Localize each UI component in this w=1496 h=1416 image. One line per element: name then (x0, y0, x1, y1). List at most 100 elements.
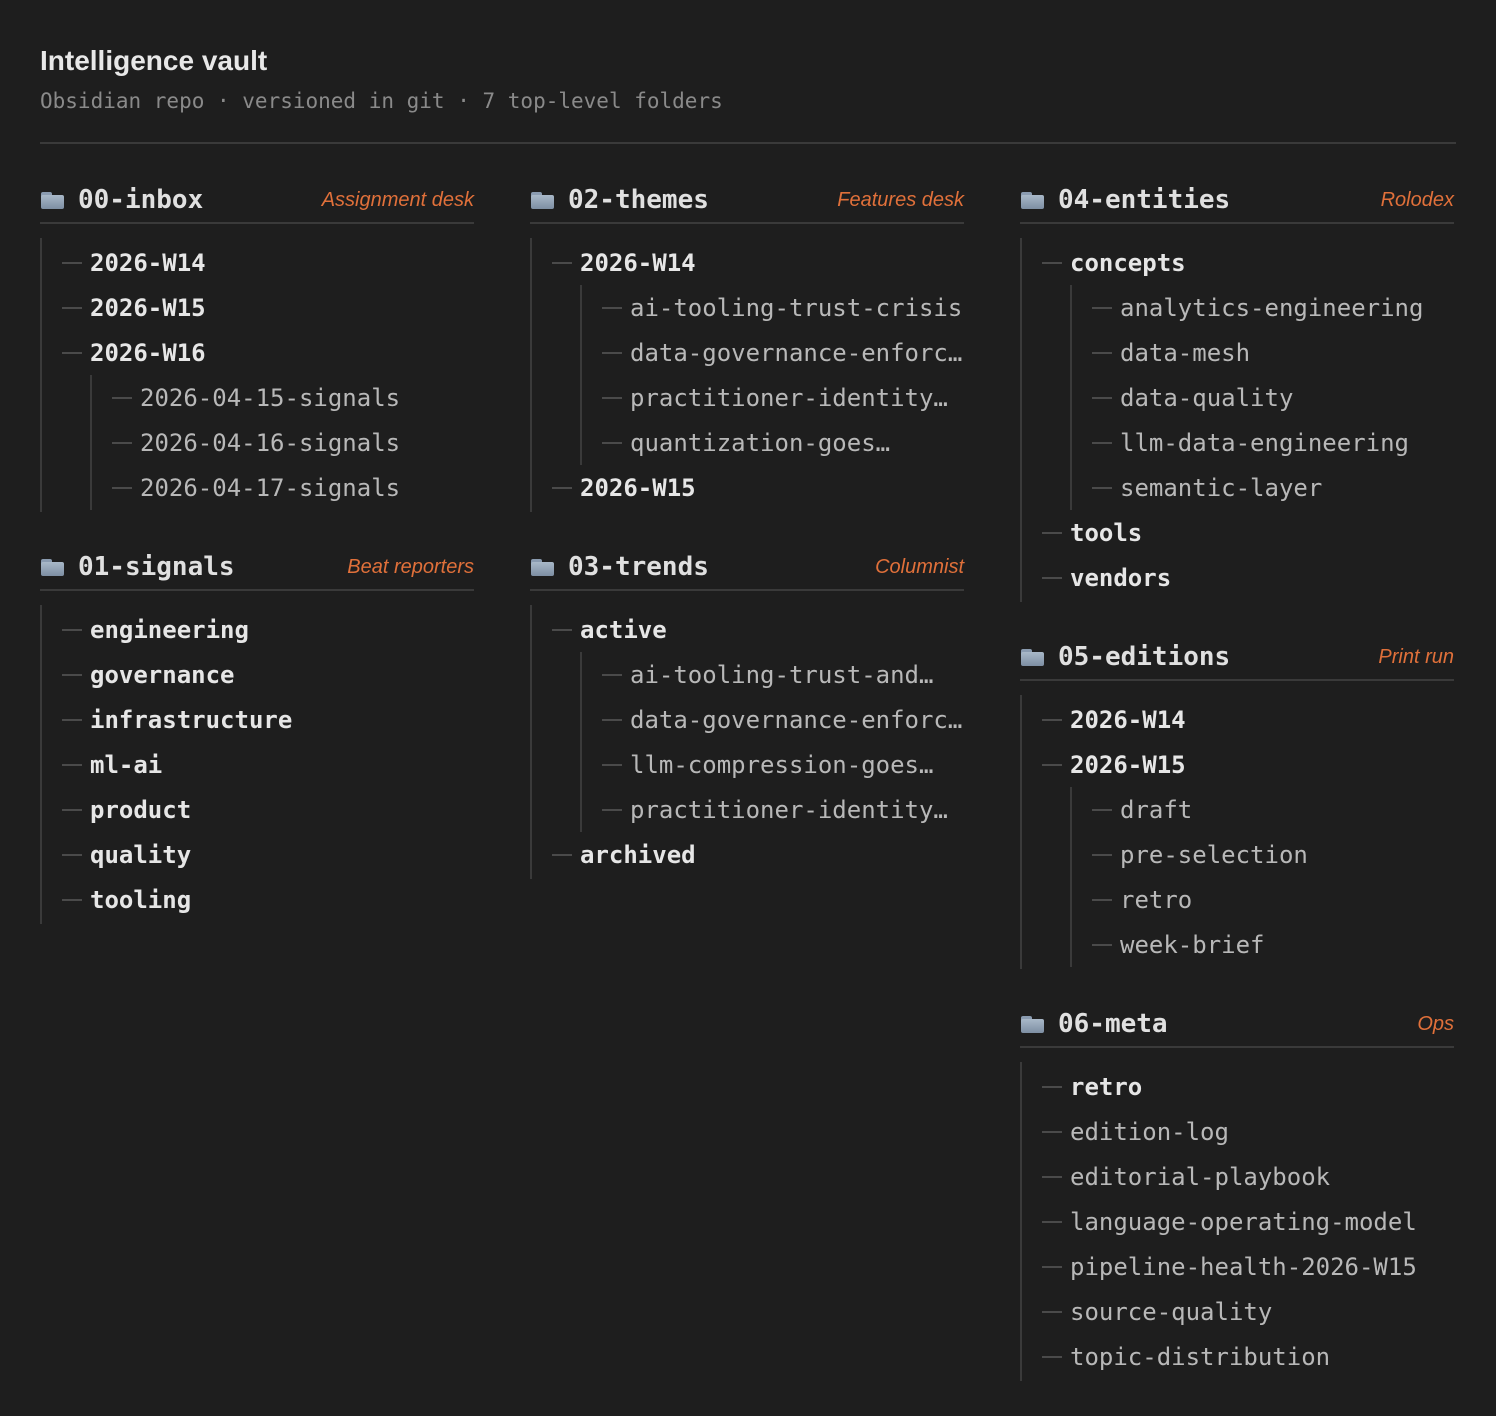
folder-tree: 2026-W14 2026-W15 draft pre-selection re… (1020, 695, 1454, 969)
tree-item-folder[interactable]: vendors (1022, 555, 1454, 600)
tree-item-folder[interactable]: product (42, 787, 474, 832)
tree-item-folder[interactable]: 2026-W15 (532, 465, 964, 510)
folder-tree: 2026-W14 ai-tooling-trust-crisis data-go… (530, 238, 964, 512)
tree-item-file[interactable]: language-operating-model (1022, 1199, 1454, 1244)
tree-item-file[interactable]: 2026-04-17-signals (92, 465, 474, 510)
column-1: 00-inbox Assignment desk 2026-W14 2026-W… (40, 180, 474, 959)
folder-tree: concepts analytics-engineering data-mesh… (1020, 238, 1454, 602)
folder-name: 00-inbox (78, 185, 204, 215)
folder-tree: active ai-tooling-trust-and… data-govern… (530, 605, 964, 879)
subfolder-tree: ai-tooling-trust-and… data-governance-en… (580, 652, 964, 832)
folder-tree: engineering governance infrastructure ml… (40, 605, 474, 924)
column-3: 04-entities Rolodex concepts analytics-e… (1020, 180, 1454, 1416)
tree-item-file[interactable]: editorial-playbook (1022, 1154, 1454, 1199)
tree-item-file[interactable]: pipeline-health-2026-W15 (1022, 1244, 1454, 1289)
folder-icon (40, 556, 66, 578)
section-header[interactable]: 05-editions Print run (1020, 637, 1454, 681)
tree-item-folder[interactable]: concepts (1022, 240, 1454, 285)
folder-icon (1020, 1013, 1046, 1035)
tree-item-file[interactable]: llm-data-engineering (1072, 420, 1454, 465)
folder-name: 05-editions (1058, 642, 1231, 672)
tree-item-folder[interactable]: tools (1022, 510, 1454, 555)
tree-item-folder[interactable]: 2026-W15 (42, 285, 474, 330)
tree-item-file[interactable]: week-brief (1072, 922, 1454, 967)
tree-item-file[interactable]: llm-compression-goes… (582, 742, 964, 787)
folder-name: 04-entities (1058, 185, 1231, 215)
tree-item-file[interactable]: ai-tooling-trust-and… (582, 652, 964, 697)
section-header[interactable]: 02-themes Features desk (530, 180, 964, 224)
folder-name: 02-themes (568, 185, 709, 215)
tree-item-folder[interactable]: governance (42, 652, 474, 697)
tree-item-file[interactable]: 2026-04-16-signals (92, 420, 474, 465)
tree-item-file[interactable]: draft (1072, 787, 1454, 832)
section-06-meta: 06-meta Ops retro edition-log editorial-… (1020, 1004, 1454, 1381)
section-header[interactable]: 04-entities Rolodex (1020, 180, 1454, 224)
tree-item-file[interactable]: edition-log (1022, 1109, 1454, 1154)
header-divider (40, 142, 1456, 144)
folder-role: Rolodex (1380, 188, 1454, 211)
tree-item-folder[interactable]: 2026-W14 (42, 240, 474, 285)
tree-item-folder[interactable]: engineering (42, 607, 474, 652)
section-01-signals: 01-signals Beat reporters engineering go… (40, 547, 474, 924)
tree-item-file[interactable]: practitioner-identity… (582, 375, 964, 420)
tree-item-file[interactable]: data-governance-enforc… (582, 330, 964, 375)
tree-item-folder[interactable]: 2026-W16 (42, 330, 474, 375)
tree-item-file[interactable]: pre-selection (1072, 832, 1454, 877)
tree-item-file[interactable]: data-quality (1072, 375, 1454, 420)
tree-item-file[interactable]: 2026-04-15-signals (92, 375, 474, 420)
folder-icon (530, 189, 556, 211)
folder-role: Assignment desk (321, 188, 474, 211)
folder-role: Columnist (875, 555, 964, 578)
section-header[interactable]: 00-inbox Assignment desk (40, 180, 474, 224)
tree-item-folder[interactable]: infrastructure (42, 697, 474, 742)
tree-item-folder[interactable]: tooling (42, 877, 474, 922)
folder-name: 03-trends (568, 552, 709, 582)
folder-name: 01-signals (78, 552, 235, 582)
page-title: Intelligence vault (40, 45, 268, 76)
subfolder-tree: draft pre-selection retro week-brief (1070, 787, 1454, 967)
folder-tree: retro edition-log editorial-playbook lan… (1020, 1062, 1454, 1381)
section-05-editions: 05-editions Print run 2026-W14 2026-W15 … (1020, 637, 1454, 969)
folder-role: Features desk (837, 188, 964, 211)
column-2: 02-themes Features desk 2026-W14 ai-tool… (530, 180, 964, 914)
section-04-entities: 04-entities Rolodex concepts analytics-e… (1020, 180, 1454, 602)
folder-icon (1020, 189, 1046, 211)
section-00-inbox: 00-inbox Assignment desk 2026-W14 2026-W… (40, 180, 474, 512)
page-subtitle: Obsidian repo · versioned in git · 7 top… (40, 89, 723, 113)
tree-item-folder[interactable]: active (532, 607, 964, 652)
subfolder-tree: ai-tooling-trust-crisis data-governance-… (580, 285, 964, 465)
tree-item-file[interactable]: ai-tooling-trust-crisis (582, 285, 964, 330)
tree-item-folder[interactable]: 2026-W14 (1022, 697, 1454, 742)
section-header[interactable]: 03-trends Columnist (530, 547, 964, 591)
tree-item-file[interactable]: data-mesh (1072, 330, 1454, 375)
tree-item-file[interactable]: quantization-goes… (582, 420, 964, 465)
tree-item-folder[interactable]: archived (532, 832, 964, 877)
section-02-themes: 02-themes Features desk 2026-W14 ai-tool… (530, 180, 964, 512)
folder-tree: 2026-W14 2026-W15 2026-W16 2026-04-15-si… (40, 238, 474, 512)
tree-item-file[interactable]: practitioner-identity… (582, 787, 964, 832)
tree-item-folder[interactable]: 2026-W15 (1022, 742, 1454, 787)
section-header[interactable]: 06-meta Ops (1020, 1004, 1454, 1048)
folder-icon (530, 556, 556, 578)
subfolder-tree: 2026-04-15-signals 2026-04-16-signals 20… (90, 375, 474, 510)
folder-icon (1020, 646, 1046, 668)
folder-name: 06-meta (1058, 1009, 1168, 1039)
tree-item-folder[interactable]: retro (1022, 1064, 1454, 1109)
folder-role: Beat reporters (347, 555, 474, 578)
tree-item-file[interactable]: retro (1072, 877, 1454, 922)
tree-item-file[interactable]: source-quality (1022, 1289, 1454, 1334)
folder-icon (40, 189, 66, 211)
tree-item-file[interactable]: topic-distribution (1022, 1334, 1454, 1379)
subfolder-tree: analytics-engineering data-mesh data-qua… (1070, 285, 1454, 510)
tree-item-folder[interactable]: quality (42, 832, 474, 877)
section-header[interactable]: 01-signals Beat reporters (40, 547, 474, 591)
section-03-trends: 03-trends Columnist active ai-tooling-tr… (530, 547, 964, 879)
tree-item-folder[interactable]: 2026-W14 (532, 240, 964, 285)
folder-role: Print run (1378, 645, 1454, 668)
tree-item-file[interactable]: data-governance-enforc… (582, 697, 964, 742)
vault-overview: Intelligence vault Obsidian repo · versi… (0, 0, 1496, 144)
tree-item-file[interactable]: analytics-engineering (1072, 285, 1454, 330)
folder-role: Ops (1417, 1012, 1454, 1035)
tree-item-folder[interactable]: ml-ai (42, 742, 474, 787)
tree-item-file[interactable]: semantic-layer (1072, 465, 1454, 510)
